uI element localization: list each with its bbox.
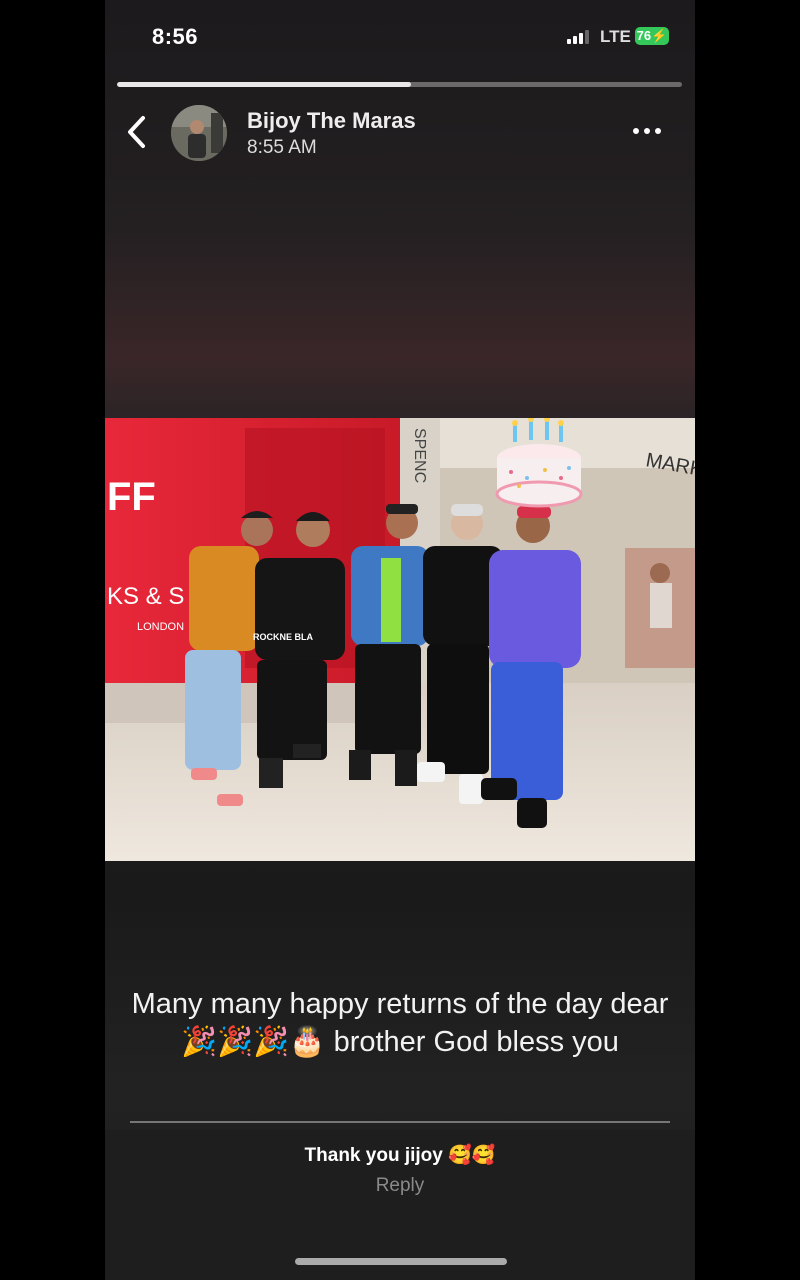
signal-icon (567, 30, 589, 44)
battery-icon: 76⚡ (635, 27, 669, 45)
avatar-image (171, 105, 227, 161)
reply-button[interactable]: Reply (105, 1175, 695, 1197)
store-sign-left-2: KS & S (107, 583, 184, 610)
story-caption: Many many happy returns of the day dear … (131, 988, 669, 1058)
group-photo: FF KS & S LONDON MARK SPENC ROCKNE BLA (105, 418, 695, 861)
post-time: 8:55 AM (247, 137, 317, 158)
chevron-left-icon (128, 116, 145, 148)
store-sign-left: FF (107, 475, 156, 519)
back-button[interactable] (123, 112, 153, 152)
reply-message: Thank you jijoy 🥰🥰 (304, 1145, 496, 1166)
network-label: LTE (600, 27, 631, 46)
birthday-cake-sticker (495, 418, 583, 508)
more-dot (655, 128, 661, 134)
more-dot (644, 128, 650, 134)
story-progress-bar (117, 82, 682, 87)
more-options-button[interactable] (633, 120, 673, 142)
store-sign-left-3: LONDON (137, 621, 184, 633)
status-time: 8:56 (152, 24, 199, 49)
more-dots-icon (633, 128, 639, 134)
story-photo: FF KS & S LONDON MARK SPENC ROCKNE BLA (105, 418, 695, 861)
store-sign-pillar: SPENC (411, 428, 428, 483)
avatar[interactable] (171, 105, 227, 161)
shirt-print: ROCKNE BLA (253, 632, 313, 642)
author-name[interactable]: Bijoy The Maras (247, 108, 416, 134)
story-progress-fill (117, 82, 411, 87)
home-indicator[interactable] (295, 1258, 507, 1265)
person-3 (349, 504, 429, 786)
divider (130, 1121, 670, 1123)
status-bar: 8:56 LTE 76⚡ (105, 0, 695, 70)
story-viewer: 8:56 LTE 76⚡ Bijoy The Maras 8:55 AM FF … (105, 0, 695, 1280)
